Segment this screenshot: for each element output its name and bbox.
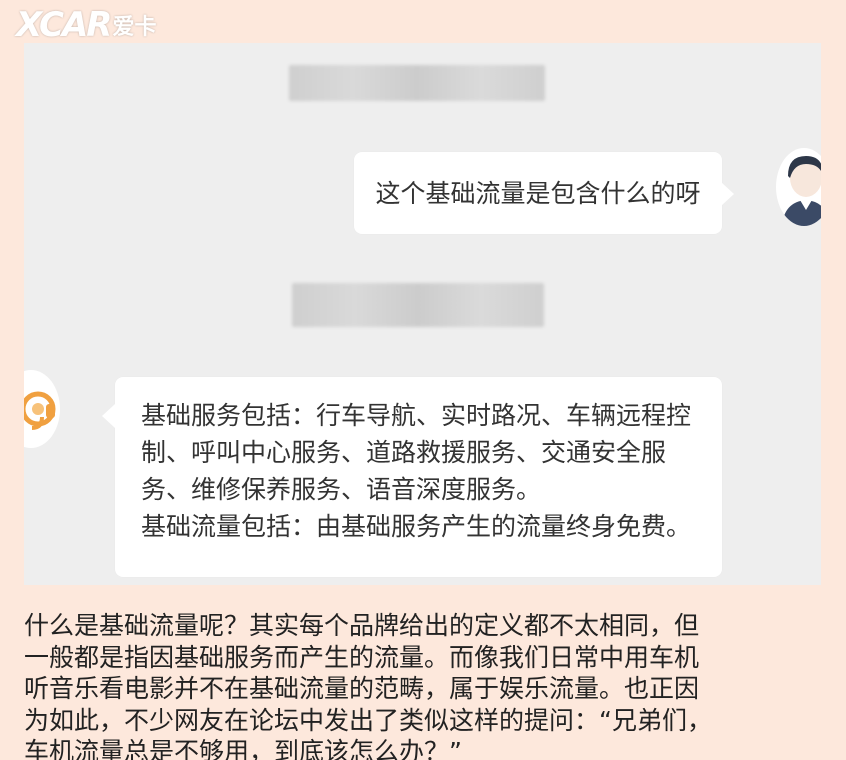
- user-avatar-icon: [776, 148, 821, 226]
- headset-agent-icon: [24, 370, 60, 448]
- article-line: 为如此，不少网友在论坛中发出了类似这样的提问：“兄弟们，: [24, 705, 712, 735]
- logo-mark: XCAR: [16, 5, 112, 45]
- blurred-timestamp: [292, 283, 544, 327]
- xcar-watermark-logo: XCAR 爱卡: [16, 2, 156, 42]
- agent-message-line: 基础服务包括：行车导航、实时路况、车辆远程控: [141, 401, 692, 430]
- logo-chinese: 爱卡: [112, 14, 157, 40]
- article-line: 听音乐看电影并不在基础流量的范畴，属于娱乐流量。也正因: [24, 674, 700, 703]
- article-line: 车机流量总是不够用，到底该怎么办？”: [24, 737, 462, 760]
- user-message-bubble: 这个基础流量是包含什么的呀: [354, 152, 734, 234]
- article-line: 什么是基础流量呢？其实每个品牌给出的定义都不太相同，但: [24, 611, 700, 640]
- blurred-timestamp: [289, 65, 545, 101]
- agent-message-line: 基础流量包括：由基础服务产生的流量终身免费。: [141, 512, 692, 541]
- agent-message-line: 务、维修保养服务、语音深度服务。: [141, 475, 542, 504]
- agent-message-bubble: 基础服务包括：行车导航、实时路况、车辆远程控 制、呼叫中心服务、道路救援服务、交…: [102, 377, 722, 577]
- user-message-text: 这个基础流量是包含什么的呀: [375, 178, 701, 208]
- agent-message-line: 制、呼叫中心服务、道路救援服务、交通安全服: [141, 438, 667, 467]
- article-paragraph: 什么是基础流量呢？其实每个品牌给出的定义都不太相同，但 一般都是指因基础服务而产…: [24, 610, 829, 760]
- page: XCAR 爱卡 这个基础流量是包含什么的呀 基础服务包括：行车导航、实时路况、车…: [0, 0, 846, 760]
- chat-screenshot: 这个基础流量是包含什么的呀 基础服务包括：行车导航、实时路况、车辆远程控 制、呼…: [24, 43, 821, 585]
- article-line: 一般都是指因基础服务而产生的流量。而像我们日常中用车机: [24, 642, 700, 672]
